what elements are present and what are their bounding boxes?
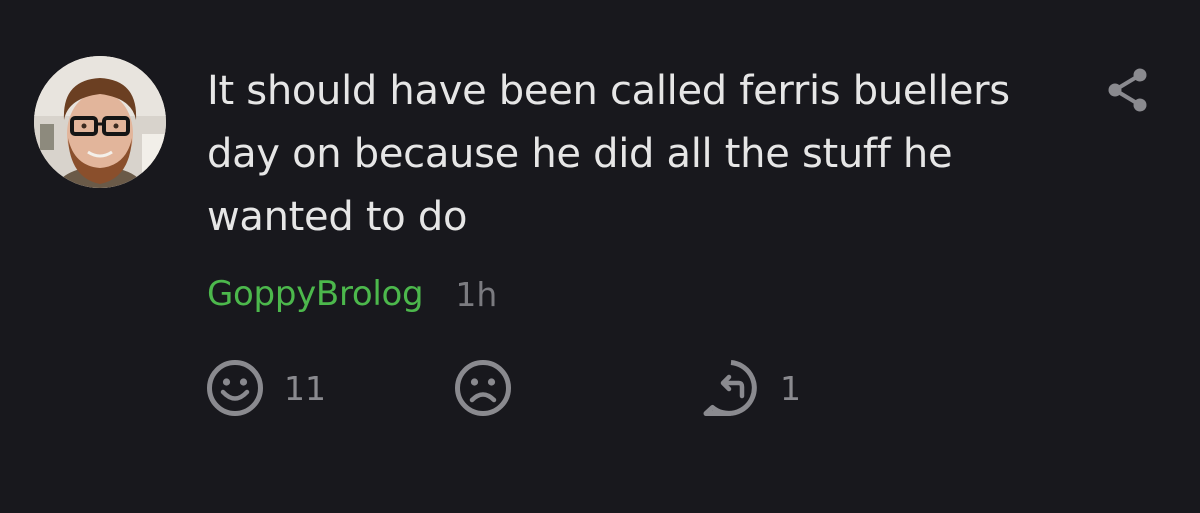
comment-card: It should have been called ferris buelle… bbox=[0, 0, 1200, 513]
comment-meta: GoppyBrolog 1h bbox=[207, 272, 497, 316]
share-button[interactable] bbox=[1106, 66, 1150, 114]
reply-icon bbox=[703, 360, 757, 416]
frown-icon bbox=[455, 360, 511, 416]
reply-count: 1 bbox=[780, 368, 801, 408]
timestamp: 1h bbox=[455, 274, 498, 314]
like-count: 11 bbox=[284, 368, 326, 408]
reply-button[interactable]: 1 bbox=[702, 358, 801, 418]
like-button[interactable]: 11 bbox=[206, 358, 326, 418]
username-link[interactable]: GoppyBrolog bbox=[207, 274, 424, 314]
avatar-image bbox=[34, 56, 166, 188]
dislike-button[interactable] bbox=[454, 358, 512, 418]
avatar[interactable] bbox=[34, 56, 166, 188]
action-bar: 11 1 bbox=[206, 358, 1006, 418]
smile-icon bbox=[207, 360, 263, 416]
comment-text: It should have been called ferris buelle… bbox=[207, 68, 1010, 240]
share-icon bbox=[1108, 68, 1147, 112]
